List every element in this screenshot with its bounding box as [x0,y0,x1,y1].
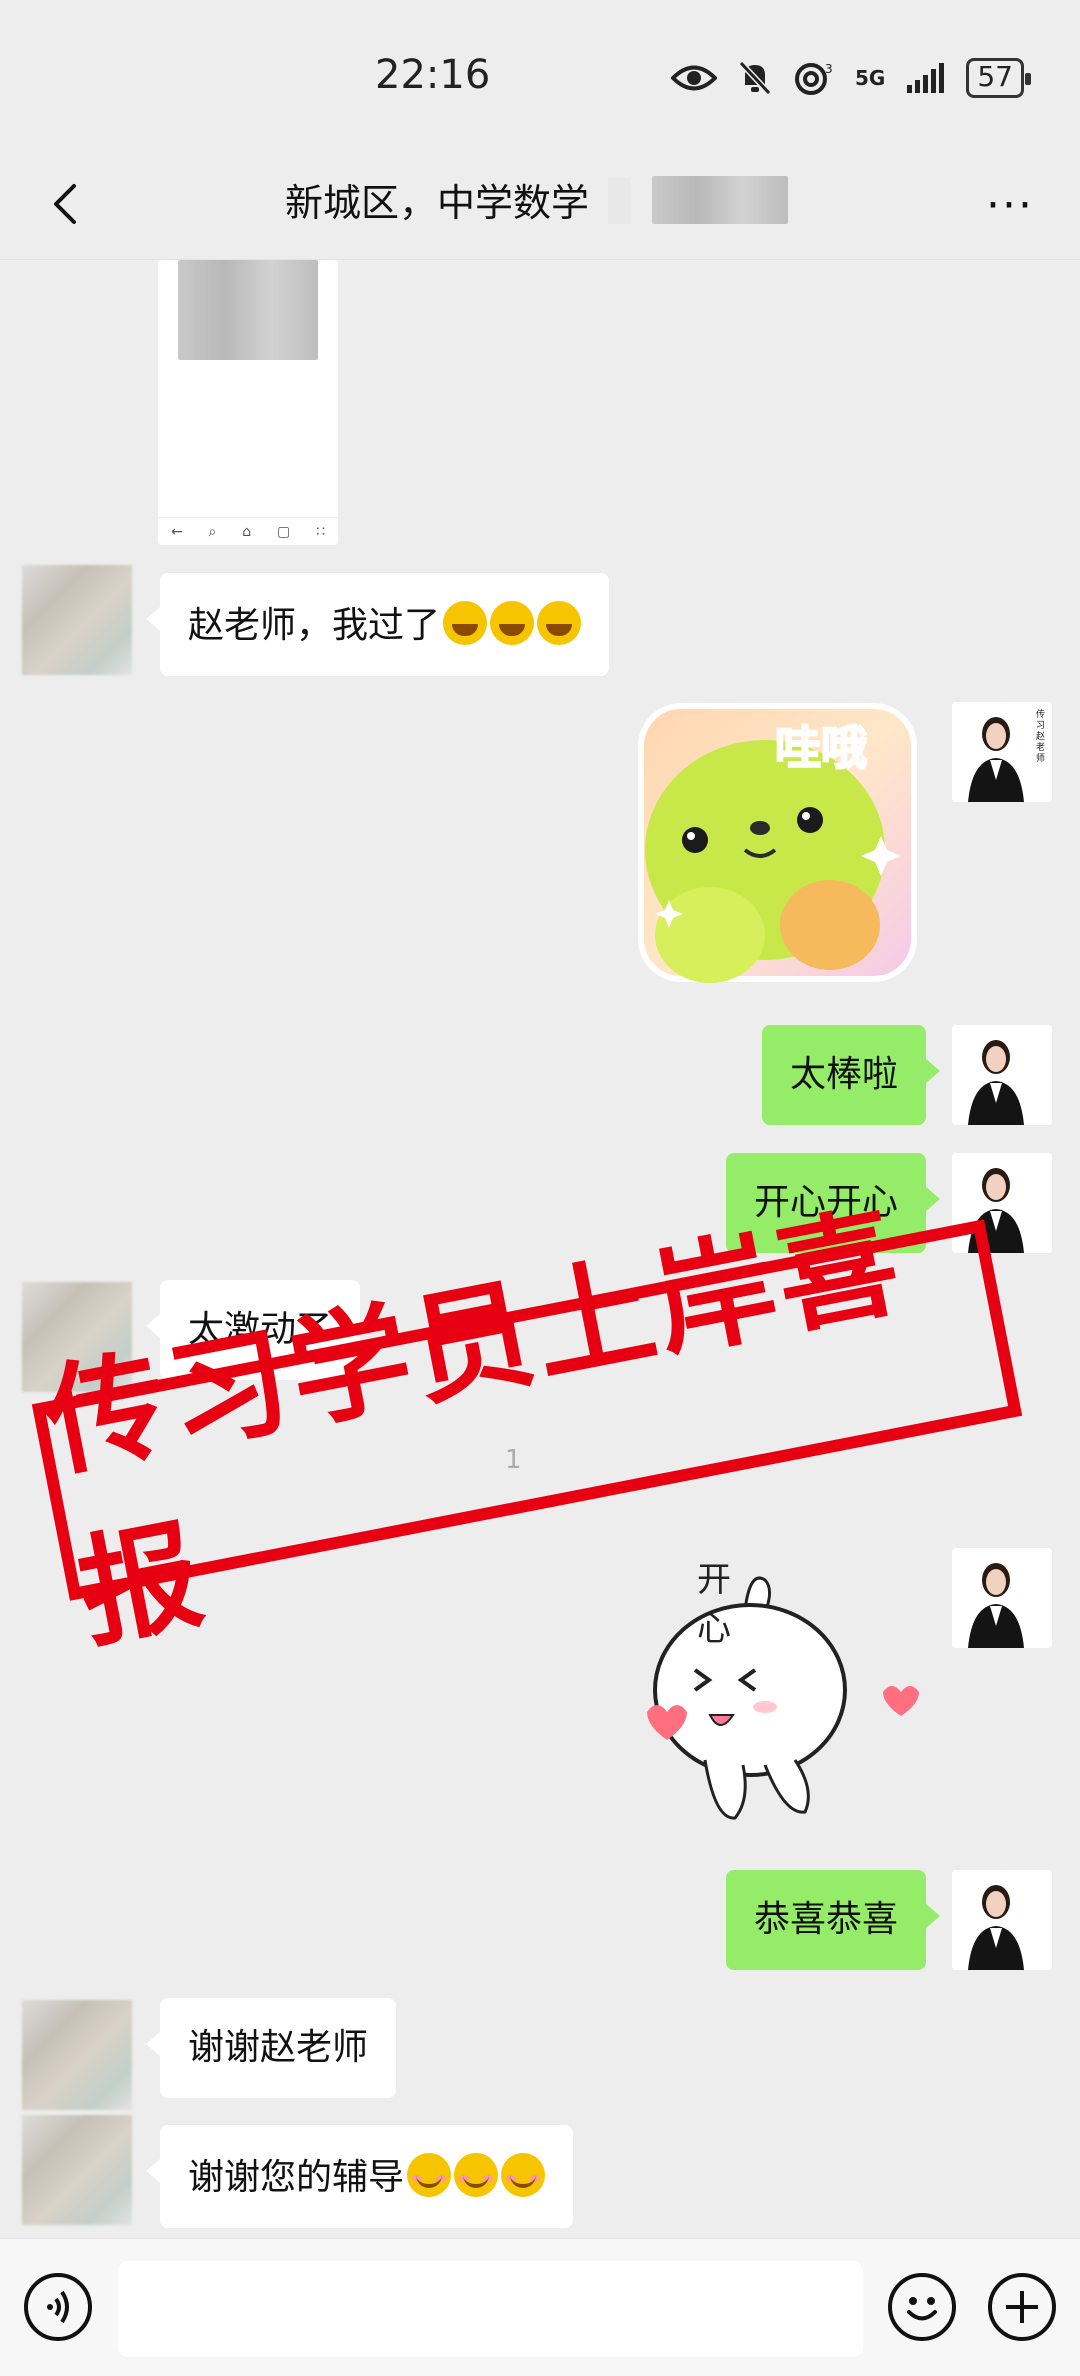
mute-bell-icon [739,61,772,95]
message-bubble[interactable]: 赵老师，我过了 [145,573,610,676]
sticker-message[interactable]: 开 心 [625,1550,925,1840]
message-text: 恭喜恭喜 [753,1899,898,1940]
teacher-avatar-caption: 传习赵老师 [1036,710,1046,764]
emoji-button[interactable] [888,2273,956,2341]
grin-emoji-icon [537,601,582,645]
back-icon: ← [170,523,183,540]
smile-emoji-icon [454,2153,499,2197]
redacted-title [608,178,630,224]
hotspot-icon: 3 [795,62,833,95]
sticker-caption: 开 心 [697,1560,791,1649]
message-bubble[interactable]: 恭喜恭喜 [725,1870,941,1970]
status-icons: 3 5G 57 [671,58,1031,98]
redacted-title-blur [652,176,788,224]
battery-level: 57 [977,60,1013,93]
message-text: 谢谢赵老师 [188,2027,369,2068]
grin-emoji-icon [490,601,535,645]
teacher-photo-icon [952,1870,1052,1970]
teacher-avatar[interactable]: 传习赵老师 [952,702,1052,802]
more-functions-button[interactable] [988,2273,1056,2341]
avatar[interactable] [22,2000,132,2110]
image-message[interactable]: ← ⌕ ⌂ ▢ ∷ [158,260,338,545]
chat-title: 新城区，中学数学 [285,181,590,225]
voice-input-button[interactable] [24,2273,92,2341]
image-blur [178,260,318,360]
teacher-avatar[interactable] [952,1870,1052,1970]
image-toolbar: ← ⌕ ⌂ ▢ ∷ [158,517,338,545]
message-text: 太棒啦 [789,1054,898,1095]
status-time: 22:16 [375,52,491,98]
menu-icon: ∷ [316,523,326,540]
smile-emoji-icon [501,2153,546,2197]
chat-header: 新城区，中学数学 ··· [0,150,1080,260]
network-label: 5G [855,66,886,90]
message-text: 谢谢您的辅导 [188,2157,405,2198]
search-icon: ⌕ [208,523,217,540]
message-bubble[interactable]: 太棒啦 [761,1025,941,1125]
grin-emoji-icon [443,601,488,645]
more-options-icon[interactable]: ··· [980,180,1040,231]
smile-emoji-icon [407,2153,452,2197]
eye-icon [671,65,718,91]
avatar[interactable] [22,565,132,675]
teacher-photo-icon [952,1025,1052,1125]
battery-icon: 57 [966,58,1031,98]
sticker-caption: 哇哦 [774,720,868,776]
message-bubble[interactable]: 谢谢您的辅导 [145,2125,574,2228]
teacher-avatar[interactable] [952,1025,1052,1125]
message-text: 赵老师，我过了 [188,605,441,646]
sticker-message[interactable]: 哇哦 [635,700,920,985]
tabs-icon: ▢ [277,523,291,540]
signal-icon [907,63,945,93]
smiley-icon [907,2297,937,2321]
avatar[interactable] [22,2115,132,2225]
voice-icon [47,2290,69,2324]
back-arrow-icon[interactable] [38,174,98,234]
message-bubble[interactable]: 谢谢赵老师 [145,1998,397,2098]
message-input[interactable] [118,2261,863,2357]
svg-text:3: 3 [825,62,833,76]
plus-icon [1006,2291,1038,2323]
teacher-avatar[interactable] [952,1548,1052,1648]
teacher-photo-icon [952,1548,1052,1648]
input-bar [0,2238,1080,2376]
status-bar: 22:16 3 5G 57 [0,0,1080,150]
home-icon: ⌂ [242,523,252,540]
